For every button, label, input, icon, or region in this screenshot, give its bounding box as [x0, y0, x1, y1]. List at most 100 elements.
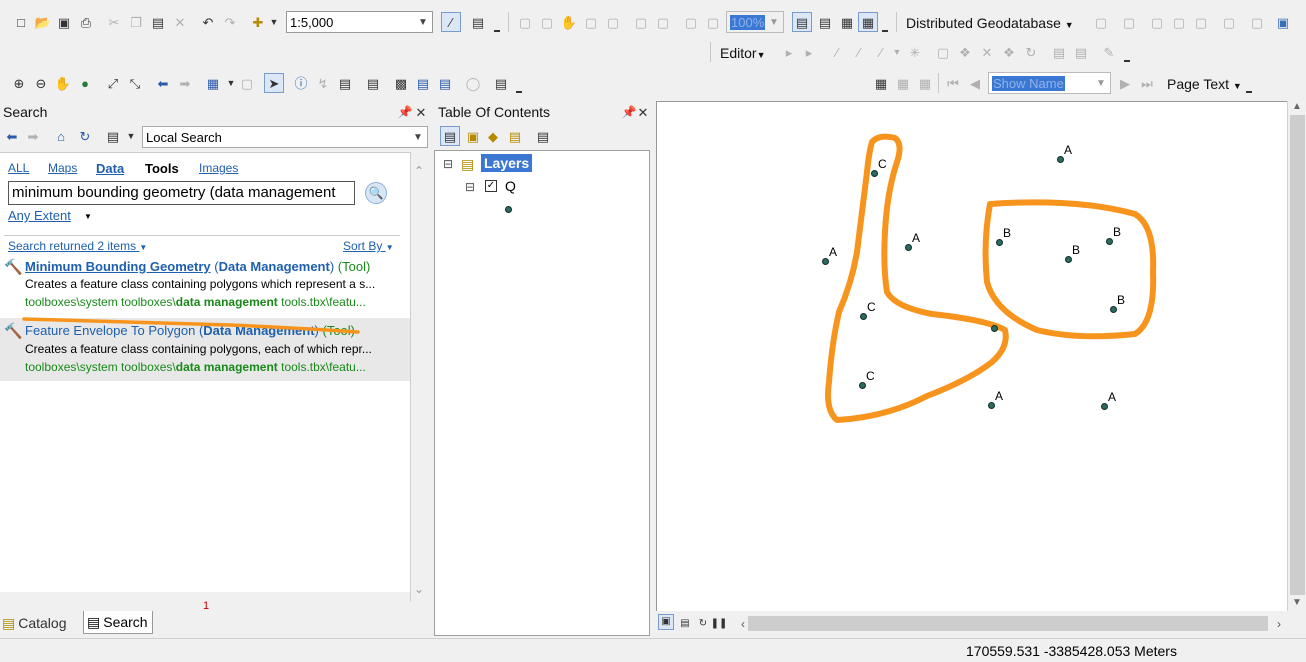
- edit-annotation-icon[interactable]: ▸: [800, 43, 818, 61]
- zoom-whole-page-icon[interactable]: ▢: [582, 13, 600, 31]
- sketch-properties-icon[interactable]: ▤: [1072, 43, 1090, 61]
- distributed-geodatabase-menu[interactable]: Distributed Geodatabase ▼: [906, 15, 1074, 31]
- undo-icon[interactable]: ↶: [199, 13, 217, 31]
- save-icon[interactable]: ▣: [55, 13, 73, 31]
- html-popup-icon[interactable]: ▤: [336, 74, 354, 92]
- page-name-combo[interactable]: Show Name ▼: [988, 72, 1111, 94]
- map-point[interactable]: [1110, 306, 1117, 313]
- go-to-xy-icon[interactable]: ▤: [436, 74, 454, 92]
- zoom-in-fixed-icon[interactable]: ▢: [516, 13, 534, 31]
- map-vertical-scrollbar[interactable]: ▲ ▼: [1287, 101, 1306, 611]
- list-by-visibility-icon[interactable]: ◆: [484, 127, 502, 145]
- back-icon[interactable]: ⬅: [3, 127, 21, 145]
- go-forward-icon[interactable]: ➡: [176, 74, 194, 92]
- forward-extent-icon[interactable]: ▢: [704, 13, 722, 31]
- data-driven-pages-icon[interactable]: ▦: [858, 12, 878, 32]
- cut-icon[interactable]: ✂: [105, 13, 123, 31]
- map-point[interactable]: [991, 325, 998, 332]
- open-folder-icon[interactable]: 📂: [34, 13, 52, 31]
- select-features-icon[interactable]: ▦: [204, 74, 222, 92]
- new-document-icon[interactable]: □: [12, 13, 30, 31]
- first-page-icon[interactable]: ⏮: [944, 74, 962, 92]
- horizontal-scroll-thumb[interactable]: [748, 616, 1268, 631]
- replica-manager-icon[interactable]: ▣: [1274, 13, 1292, 31]
- last-page-icon[interactable]: ⏭: [1138, 74, 1156, 92]
- scroll-right-icon[interactable]: ›: [1270, 615, 1288, 633]
- toc-root-layers[interactable]: Layers: [481, 154, 533, 172]
- import-message-icon[interactable]: ▢: [1148, 13, 1166, 31]
- editor-menu[interactable]: Editor▼: [720, 45, 766, 61]
- pause-drawing-icon[interactable]: ❚❚: [710, 615, 728, 633]
- find-icon[interactable]: ▩: [392, 74, 410, 92]
- rotate-icon[interactable]: ↻: [1022, 43, 1040, 61]
- find-route-icon[interactable]: ▤: [414, 74, 432, 92]
- create-replica-icon[interactable]: ▢: [1092, 13, 1110, 31]
- print-icon[interactable]: ⎙: [77, 13, 95, 31]
- manage-replicas-icon[interactable]: ▢: [1220, 13, 1238, 31]
- toolbar-grip-icon[interactable]: [494, 22, 500, 32]
- map-point[interactable]: [905, 244, 912, 251]
- reshape-icon[interactable]: ❖: [956, 43, 974, 61]
- tab-catalog[interactable]: ▤ Catalog: [2, 612, 82, 634]
- scroll-down-icon[interactable]: ⌄: [414, 582, 424, 596]
- collapse-icon[interactable]: ⊟: [443, 157, 453, 171]
- home-icon[interactable]: ⌂: [52, 127, 70, 145]
- options-dropdown-icon[interactable]: ▼: [122, 127, 140, 145]
- map-point[interactable]: [996, 239, 1003, 246]
- options-icon[interactable]: ▤: [104, 127, 122, 145]
- layout-view-icon[interactable]: ▤: [676, 615, 694, 633]
- search-scrollbar[interactable]: ⌃ ⌄: [410, 152, 430, 602]
- layer-visibility-checkbox[interactable]: ✓: [485, 180, 497, 192]
- data-view-icon[interactable]: ▣: [658, 614, 674, 630]
- toggle-draft-mode-icon[interactable]: ▤: [792, 12, 812, 32]
- split-icon[interactable]: ❖: [1000, 43, 1018, 61]
- paste-icon[interactable]: ▤: [149, 13, 167, 31]
- table-of-contents-icon[interactable]: ▤: [469, 13, 487, 31]
- toolbar-grip-icon[interactable]: [882, 22, 888, 32]
- zoom-in-icon[interactable]: ⊕: [10, 74, 28, 92]
- map-point[interactable]: [1065, 256, 1072, 263]
- options-icon[interactable]: ▤: [534, 127, 552, 145]
- refresh-pages-icon[interactable]: ▦: [894, 74, 912, 92]
- fixed-zoom-out-icon[interactable]: ▢: [654, 13, 672, 31]
- refresh-icon[interactable]: ↻: [76, 127, 94, 145]
- tab-search[interactable]: ▤ Search: [83, 611, 153, 634]
- map-scale-combo[interactable]: 1:5,000 ▼: [286, 11, 433, 33]
- zoom-100-icon[interactable]: ▢: [604, 13, 622, 31]
- straight-segment-icon[interactable]: ∕: [828, 43, 846, 61]
- map-point[interactable]: [822, 258, 829, 265]
- time-slider-icon[interactable]: ◯: [464, 74, 482, 92]
- close-icon[interactable]: ✕: [412, 103, 430, 121]
- select-elements-icon[interactable]: ➤: [264, 73, 284, 93]
- redo-icon[interactable]: ↷: [221, 13, 239, 31]
- next-page-icon[interactable]: ▶: [1116, 74, 1134, 92]
- create-viewer-window-icon[interactable]: ▤: [492, 74, 510, 92]
- collapse-icon[interactable]: ⊟: [465, 180, 475, 194]
- segment-dropdown-icon[interactable]: ▼: [888, 43, 906, 61]
- zoom-percent-combo[interactable]: 100% ▼: [726, 11, 784, 33]
- go-back-icon[interactable]: ⬅: [154, 74, 172, 92]
- list-by-source-icon[interactable]: ▣: [464, 127, 482, 145]
- zoom-out-icon[interactable]: ⊖: [32, 74, 50, 92]
- measure-icon[interactable]: ▤: [364, 74, 382, 92]
- pan-icon[interactable]: ✋: [54, 74, 72, 92]
- toolbar-grip-icon[interactable]: [516, 83, 522, 93]
- pan-page-icon[interactable]: ✋: [560, 13, 578, 31]
- map-point[interactable]: [860, 313, 867, 320]
- hyperlink-icon[interactable]: ↯: [314, 74, 332, 92]
- map-point[interactable]: [988, 402, 995, 409]
- toolbar-grip-icon[interactable]: [1246, 83, 1252, 93]
- synchronize-icon[interactable]: ▢: [1120, 13, 1138, 31]
- change-layout-icon[interactable]: ▦: [838, 13, 856, 31]
- back-extent-icon[interactable]: ▢: [682, 13, 700, 31]
- scroll-up-icon[interactable]: ⌃: [414, 164, 424, 178]
- edit-tool-icon[interactable]: ▸: [780, 43, 798, 61]
- editor-toolbar-icon[interactable]: ∕: [441, 12, 461, 32]
- scroll-up-icon[interactable]: ▲: [1292, 101, 1302, 112]
- close-icon[interactable]: ✕: [634, 103, 652, 121]
- fixed-zoom-in-icon[interactable]: ⤢: [104, 74, 122, 92]
- export-message-icon[interactable]: ▢: [1170, 13, 1188, 31]
- identify-icon[interactable]: ⓘ: [292, 74, 310, 92]
- cut-polygons-icon[interactable]: ✕: [978, 43, 996, 61]
- page-table-icon[interactable]: ▦: [916, 74, 934, 92]
